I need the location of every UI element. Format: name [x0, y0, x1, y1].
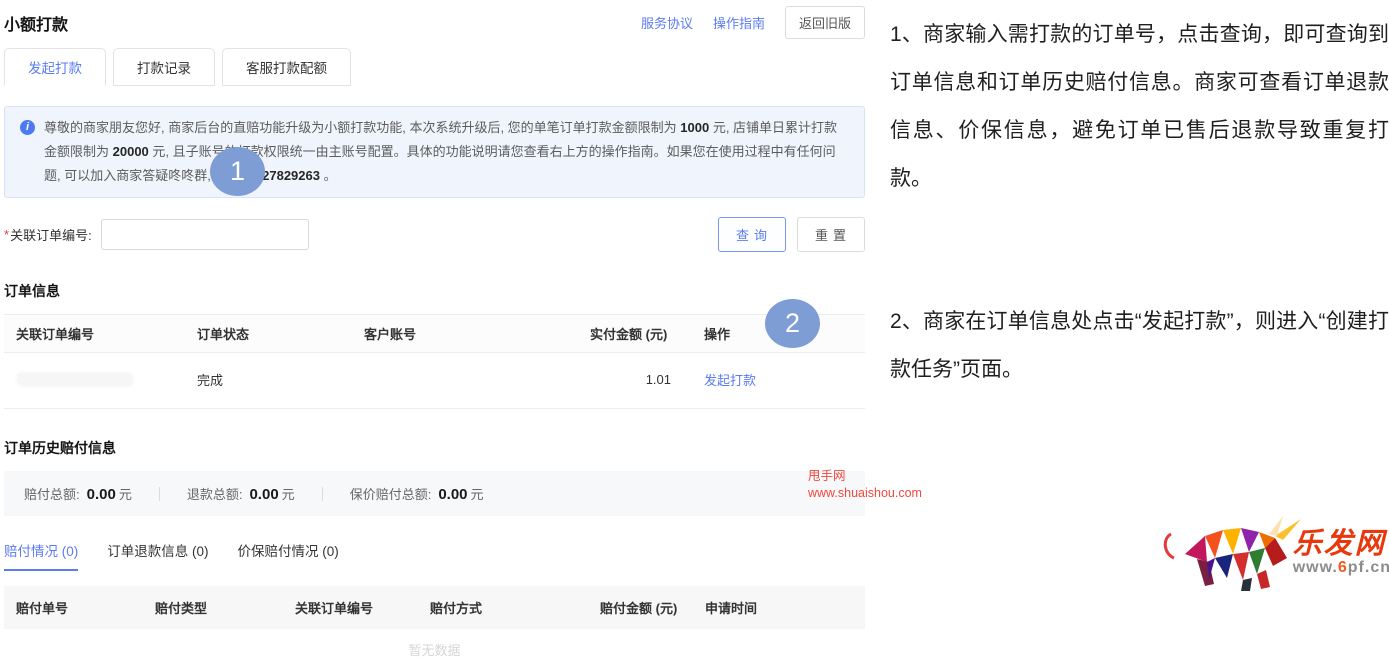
- payment-panel: 小额打款 服务协议 操作指南 返回旧版 发起打款 打款记录 客服打款配额 i 尊…: [0, 0, 869, 596]
- stat-unit: 元: [282, 484, 295, 503]
- annotation-badge-2: 2: [765, 299, 820, 348]
- stat-label: 退款总额:: [187, 484, 243, 503]
- page-title: 小额打款: [4, 11, 68, 35]
- stat-price-protection: 保价赔付总额: 0.00 元: [350, 484, 484, 503]
- payout-table-header: 赔付单号 赔付类型 关联订单编号 赔付方式 赔付金额 (元) 申请时间: [4, 586, 865, 629]
- instruction-step-1: 1、商家输入需打款的订单号，点击查询，即可查询到订单信息和订单历史赔付信息。商家…: [890, 11, 1389, 203]
- watermark-url: www.shuaishou.com: [808, 485, 922, 502]
- col-customer-account: 客户账号: [364, 324, 590, 343]
- header-actions: 服务协议 操作指南 返回旧版: [641, 6, 865, 39]
- site-url-six: 6: [1338, 559, 1348, 576]
- col-related-order: 关联订单编号: [295, 598, 430, 617]
- watermark-name: 甩手网: [808, 468, 922, 485]
- stat-unit: 元: [119, 484, 132, 503]
- empty-data-text: 暂无数据: [4, 640, 865, 659]
- page: 小额打款 服务协议 操作指南 返回旧版 发起打款 打款记录 客服打款配额 i 尊…: [0, 0, 1389, 596]
- instruction-step-2: 2、商家在订单信息处点击“发起打款”，则进入“创建打款任务”页面。: [890, 298, 1389, 394]
- stat-value: 0.00: [87, 486, 116, 503]
- order-table-header: 关联订单编号 订单状态 客户账号 实付金额 (元) 操作: [4, 314, 865, 353]
- order-number-input[interactable]: [101, 219, 309, 250]
- stat-value: 0.00: [438, 486, 467, 503]
- col-apply-time: 申请时间: [705, 598, 865, 617]
- site-logo: 乐发网 www.6pf.cn: [1157, 514, 1389, 592]
- shuaishou-watermark: 甩手网 www.shuaishou.com: [808, 468, 922, 502]
- order-info-heading: 订单信息: [4, 281, 865, 301]
- operation-guide-link[interactable]: 操作指南: [713, 13, 765, 32]
- col-payout-method: 赔付方式: [430, 598, 600, 617]
- notice-text-3: 元, 且子账号的打款权限统一由主账号配置。具体的功能说明请您查看右上方的操作指南…: [44, 144, 836, 183]
- back-to-old-version-button[interactable]: 返回旧版: [785, 6, 865, 39]
- stat-label: 保价赔付总额:: [350, 484, 432, 503]
- upgrade-notice-banner: i 尊敬的商家朋友您好, 商家后台的直赔功能升级为小额打款功能, 本次系统升级后…: [4, 106, 865, 198]
- col-order-status: 订单状态: [197, 324, 364, 343]
- cell-order-number: [16, 372, 197, 387]
- history-sub-tabs: 赔付情况 (0) 订单退款信息 (0) 价保赔付情况 (0): [4, 540, 865, 572]
- cell-order-status: 完成: [197, 370, 364, 389]
- info-icon: i: [20, 120, 35, 135]
- col-payout-id: 赔付单号: [16, 598, 155, 617]
- col-payout-type: 赔付类型: [155, 598, 295, 617]
- stat-divider: [159, 487, 160, 501]
- order-number-label: 关联订单编号:: [10, 225, 92, 244]
- history-heading: 订单历史赔付信息: [4, 438, 865, 458]
- notice-limit-daily: 20000: [113, 144, 149, 159]
- annotation-badge-1: 1: [210, 147, 265, 196]
- required-mark: *: [4, 227, 9, 242]
- query-button[interactable]: 查询: [718, 217, 786, 252]
- tab-payment-records[interactable]: 打款记录: [113, 48, 215, 86]
- redacted-order-number: [16, 372, 134, 387]
- initiate-payment-link[interactable]: 发起打款: [704, 373, 756, 388]
- col-payout-amount: 赔付金额 (元): [600, 598, 705, 617]
- col-paid-amount: 实付金额 (元): [590, 324, 704, 343]
- site-url-www: www.: [1293, 559, 1338, 576]
- site-url-rest: pf.cn: [1348, 559, 1389, 576]
- stat-divider: [322, 487, 323, 501]
- stat-label: 赔付总额:: [24, 484, 80, 503]
- col-order-number: 关联订单编号: [16, 324, 197, 343]
- instructions-panel: 1、商家输入需打款的订单号，点击查询，即可查询到订单信息和订单历史赔付信息。商家…: [869, 0, 1389, 596]
- bull-logo-icon: [1157, 514, 1309, 592]
- history-stats-box: 赔付总额: 0.00 元 退款总额: 0.00 元 保价赔付总额: 0.00 元: [4, 471, 865, 516]
- sub-tab-refund-info[interactable]: 订单退款信息 (0): [107, 540, 208, 571]
- sub-tab-price-protection[interactable]: 价保赔付情况 (0): [238, 540, 339, 571]
- query-form: * 关联订单编号: 查询 重置: [4, 217, 865, 252]
- site-name: 乐发网: [1293, 529, 1389, 559]
- notice-text-1: 尊敬的商家朋友您好, 商家后台的直赔功能升级为小额打款功能, 本次系统升级后, …: [44, 120, 680, 135]
- tab-service-payment-quota[interactable]: 客服打款配额: [222, 48, 351, 86]
- tab-initiate-payment[interactable]: 发起打款: [4, 48, 106, 86]
- stat-value: 0.00: [249, 486, 278, 503]
- notice-limit-single: 1000: [680, 120, 709, 135]
- notice-text-4: 。: [320, 168, 337, 183]
- order-table-row: 完成 1.01 发起打款: [4, 353, 865, 409]
- cell-action: 发起打款: [704, 370, 865, 389]
- stat-total-compensation: 赔付总额: 0.00 元: [24, 484, 132, 503]
- form-actions: 查询 重置: [718, 217, 865, 252]
- service-agreement-link[interactable]: 服务协议: [641, 13, 693, 32]
- cell-paid-amount: 1.01: [590, 372, 704, 387]
- stat-unit: 元: [471, 484, 484, 503]
- reset-button[interactable]: 重置: [797, 217, 865, 252]
- site-url: www.6pf.cn: [1293, 559, 1389, 577]
- stat-total-refund: 退款总额: 0.00 元: [187, 484, 295, 503]
- site-logo-text: 乐发网 www.6pf.cn: [1293, 529, 1389, 577]
- main-tabs: 发起打款 打款记录 客服打款配额: [4, 48, 865, 86]
- sub-tab-compensation[interactable]: 赔付情况 (0): [4, 540, 78, 571]
- page-header: 小额打款 服务协议 操作指南 返回旧版: [4, 6, 865, 39]
